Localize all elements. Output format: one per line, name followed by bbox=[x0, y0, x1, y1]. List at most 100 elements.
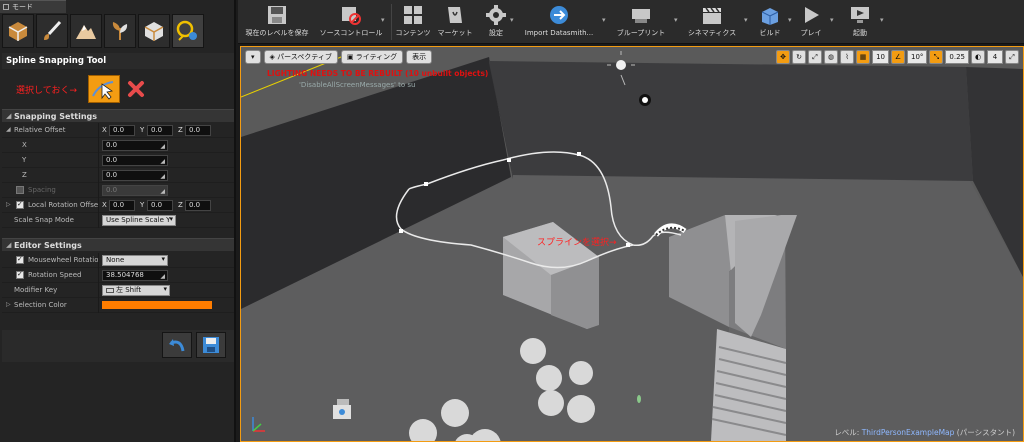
dropdown-arrow-icon[interactable]: ▾ bbox=[744, 16, 748, 24]
dropdown-arrow-icon[interactable]: ▾ bbox=[602, 16, 606, 24]
maximize-viewport-button[interactable]: ⤢ bbox=[1005, 50, 1019, 64]
blueprint-icon bbox=[632, 9, 650, 23]
relative-offset-row: ◢ Relative Offset X 0.0 Y 0.0 Z 0.0 bbox=[2, 123, 234, 138]
lighting-mode-button[interactable]: ▣ ライティング bbox=[340, 50, 404, 64]
spline-hint-annotation: スプラインを選択→ bbox=[537, 238, 617, 248]
camera-icon: ◐ bbox=[974, 53, 982, 61]
blueprints-button[interactable]: ブループリント bbox=[612, 2, 670, 42]
offset-y-row: Y 0.0 ◢ bbox=[2, 153, 234, 168]
dropdown-arrow-icon[interactable]: ▾ bbox=[381, 16, 385, 24]
landscape-mode-button[interactable] bbox=[70, 14, 102, 48]
viewport-toolbar: ▾ ◈ パースペクティブ ▣ ライティング 表示 bbox=[245, 50, 433, 64]
scale-tool-button[interactable]: ⤢ bbox=[808, 50, 823, 64]
offset-x-input[interactable]: 0.0 ◢ bbox=[102, 140, 168, 151]
rotate-tool-button[interactable]: ↻ bbox=[792, 50, 807, 64]
scale-snap-value[interactable]: 0.25 bbox=[945, 50, 969, 64]
relative-offset-z-input[interactable]: 0.0 bbox=[185, 125, 211, 136]
rotate-icon: ↻ bbox=[796, 53, 802, 61]
transform-toolbar: ✥ ↻ ⤢ ◍ ⌇ ▦ 10 ∠ 10° ⤡ 0.25 ◐ 4 ⤢ bbox=[776, 50, 1019, 64]
launch-button[interactable]: 起動 bbox=[840, 2, 880, 42]
grid-icon: ▦ bbox=[859, 53, 867, 61]
camera-speed-button[interactable]: ◐ bbox=[971, 50, 985, 64]
expand-arrow-icon[interactable]: ▷ bbox=[6, 201, 11, 208]
offset-z-input[interactable]: 0.0 ◢ bbox=[102, 170, 168, 181]
coordinate-space-button[interactable]: ◍ bbox=[824, 50, 839, 64]
disable-messages-hint: 'DisableAllScreenMessages' to su bbox=[299, 81, 416, 89]
maximize-icon: ⤢ bbox=[1009, 53, 1015, 61]
translate-tool-button[interactable]: ✥ bbox=[776, 50, 791, 64]
place-mode-button[interactable] bbox=[2, 14, 34, 48]
level-viewport[interactable]: ▾ ◈ パースペクティブ ▣ ライティング 表示 LIGHTING NEEDS … bbox=[240, 46, 1024, 442]
settings-button[interactable]: 設定 bbox=[482, 2, 510, 42]
local-rotation-x-input[interactable]: 0.0 bbox=[109, 200, 135, 211]
offset-y-input[interactable]: 0.0 ◢ bbox=[102, 155, 168, 166]
scale-icon: ⤢ bbox=[812, 53, 818, 61]
collapse-arrow-icon: ◢ bbox=[6, 241, 12, 249]
local-rotation-label: Local Rotation Offset bbox=[28, 201, 98, 209]
grid-snap-value[interactable]: 10 bbox=[872, 50, 889, 64]
surface-snap-button[interactable]: ⌇ bbox=[840, 50, 855, 64]
rotation-snap-value[interactable]: 10° bbox=[906, 50, 928, 64]
content-browser-icon bbox=[404, 6, 422, 24]
gear-icon bbox=[486, 5, 506, 25]
marketplace-button[interactable]: マーケット bbox=[436, 2, 474, 42]
play-button[interactable]: プレイ bbox=[794, 2, 828, 42]
save-settings-button[interactable] bbox=[196, 332, 226, 358]
show-button[interactable]: 表示 bbox=[406, 50, 433, 64]
spline-snapping-mode-icon bbox=[176, 20, 197, 41]
dropdown-arrow-icon[interactable]: ▾ bbox=[674, 16, 678, 24]
dropdown-arrow-icon[interactable]: ▾ bbox=[788, 16, 792, 24]
editor-settings-header[interactable]: ◢ Editor Settings bbox=[2, 238, 234, 251]
perspective-button[interactable]: ◈ パースペクティブ bbox=[263, 50, 338, 64]
rotation-snap-toggle[interactable]: ∠ bbox=[890, 50, 905, 64]
play-icon bbox=[805, 7, 819, 23]
mousewheel-rotation-checkbox[interactable] bbox=[16, 255, 24, 264]
rotation-speed-input[interactable]: 38.504768 ◢ bbox=[102, 270, 168, 281]
drag-handle-icon: ◢ bbox=[160, 273, 165, 280]
expand-arrow-icon[interactable]: ◢ bbox=[6, 126, 11, 133]
spacing-input: 0.0 ◢ bbox=[102, 185, 168, 196]
import-datasmith-button[interactable]: Import Datasmith... bbox=[520, 2, 598, 42]
scale-snap-toggle[interactable]: ⤡ bbox=[929, 50, 944, 64]
mousewheel-rotation-dropdown[interactable]: None bbox=[102, 255, 168, 266]
drag-handle-icon: ◢ bbox=[160, 173, 165, 180]
viewport-options-button[interactable]: ▾ bbox=[245, 50, 261, 64]
close-icon bbox=[128, 81, 144, 97]
local-rotation-y-input[interactable]: 0.0 bbox=[147, 200, 173, 211]
camera-speed-value[interactable]: 4 bbox=[987, 50, 1003, 64]
dropdown-arrow-icon[interactable]: ▾ bbox=[830, 16, 834, 24]
modifier-key-dropdown[interactable]: 左 Shift bbox=[102, 285, 170, 296]
foliage-mode-button[interactable] bbox=[104, 14, 136, 48]
local-rotation-z-input[interactable]: 0.0 bbox=[185, 200, 211, 211]
local-rotation-y-axis: Y bbox=[140, 201, 145, 209]
geometry-mode-button[interactable] bbox=[138, 14, 170, 48]
relative-offset-x-input[interactable]: 0.0 bbox=[109, 125, 135, 136]
spline-snapping-mode-button[interactable] bbox=[172, 14, 204, 48]
select-tool-button[interactable] bbox=[88, 75, 120, 103]
source-control-icon bbox=[342, 7, 361, 25]
local-rotation-checkbox[interactable] bbox=[16, 200, 24, 209]
undo-button[interactable] bbox=[162, 332, 192, 358]
selection-color-swatch[interactable] bbox=[102, 301, 212, 309]
scale-snap-mode-dropdown[interactable]: Use Spline Scale Y bbox=[102, 215, 176, 226]
snapping-settings-header[interactable]: ◢ Snapping Settings bbox=[2, 109, 234, 122]
drag-handle-icon: ◢ bbox=[160, 158, 165, 165]
relative-offset-y-input[interactable]: 0.0 bbox=[147, 125, 173, 136]
paint-mode-button[interactable] bbox=[36, 14, 68, 48]
drag-handle-icon: ◢ bbox=[160, 188, 165, 195]
spacing-checkbox[interactable] bbox=[16, 186, 24, 194]
source-control-button[interactable]: ソースコントロール bbox=[316, 2, 386, 42]
save-level-button[interactable]: 現在のレベルを保存 bbox=[240, 2, 314, 42]
content-button[interactable]: コンテンツ bbox=[394, 2, 432, 42]
dropdown-arrow-icon[interactable]: ▾ bbox=[510, 16, 514, 24]
modes-tab[interactable]: モード bbox=[0, 0, 66, 13]
grid-snap-toggle[interactable]: ▦ bbox=[856, 50, 871, 64]
build-button[interactable]: ビルド bbox=[752, 2, 788, 42]
rotation-speed-checkbox[interactable] bbox=[16, 270, 24, 279]
save-icon bbox=[268, 6, 286, 24]
expand-arrow-icon[interactable]: ▷ bbox=[6, 301, 11, 308]
cancel-button[interactable] bbox=[126, 78, 146, 100]
dropdown-arrow-icon[interactable]: ▾ bbox=[880, 16, 884, 24]
modes-tab-label: モード bbox=[12, 3, 33, 11]
cinematics-button[interactable]: シネマティクス bbox=[682, 2, 742, 42]
